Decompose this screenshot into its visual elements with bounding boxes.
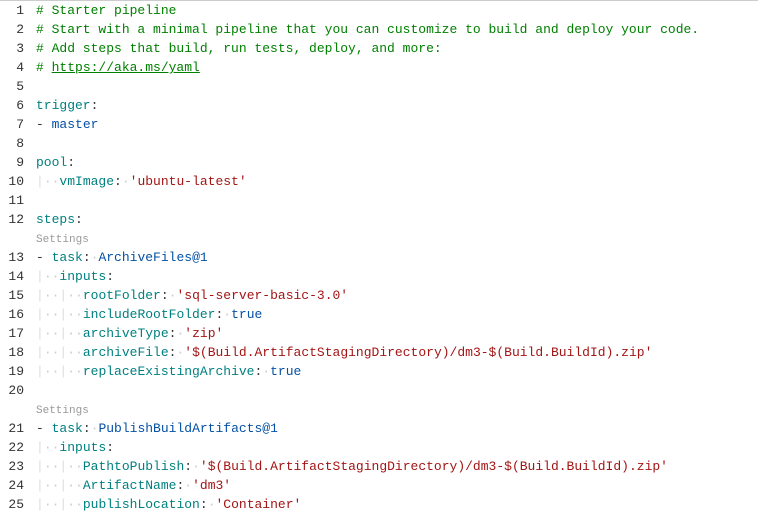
line-number: 6: [0, 96, 24, 115]
code-line[interactable]: - master: [36, 115, 758, 134]
line-number: 4: [0, 58, 24, 77]
code-line[interactable]: - task:·PublishBuildArtifacts@1: [36, 419, 758, 438]
line-number: 16: [0, 305, 24, 324]
line-number: 14: [0, 267, 24, 286]
line-number-gutter: 1234567891011121314151617181920212223242…: [0, 1, 36, 515]
code-editor[interactable]: 1234567891011121314151617181920212223242…: [0, 1, 758, 515]
line-number: 3: [0, 39, 24, 58]
line-number: 8: [0, 134, 24, 153]
code-line[interactable]: |··|··ArtifactName:·'dm3': [36, 476, 758, 495]
line-number: 22: [0, 438, 24, 457]
code-line[interactable]: - task:·ArchiveFiles@1: [36, 248, 758, 267]
code-line[interactable]: |··inputs:: [36, 267, 758, 286]
line-number: [0, 229, 24, 248]
code-line[interactable]: |··|··rootFolder:·'sql-server-basic-3.0': [36, 286, 758, 305]
line-number: 12: [0, 210, 24, 229]
code-line[interactable]: |··|··replaceExistingArchive:·true: [36, 362, 758, 381]
code-line[interactable]: pool:: [36, 153, 758, 172]
code-line[interactable]: |··vmImage:·'ubuntu-latest': [36, 172, 758, 191]
line-number: 5: [0, 77, 24, 96]
line-number: 18: [0, 343, 24, 362]
line-number: 2: [0, 20, 24, 39]
line-number: 15: [0, 286, 24, 305]
line-number: 9: [0, 153, 24, 172]
code-line[interactable]: [36, 77, 758, 96]
line-number: 1: [0, 1, 24, 20]
code-line[interactable]: |··|··PathtoPublish:·'$(Build.ArtifactSt…: [36, 457, 758, 476]
code-line[interactable]: |··inputs:: [36, 438, 758, 457]
code-content[interactable]: # Starter pipeline# Start with a minimal…: [36, 1, 758, 515]
line-number: 13: [0, 248, 24, 267]
line-number: [0, 400, 24, 419]
line-number: 20: [0, 381, 24, 400]
code-line[interactable]: # Add steps that build, run tests, deplo…: [36, 39, 758, 58]
line-number: 19: [0, 362, 24, 381]
line-number: 25: [0, 495, 24, 514]
code-line[interactable]: [36, 381, 758, 400]
code-line[interactable]: [36, 134, 758, 153]
task-settings-link[interactable]: Settings: [36, 229, 758, 248]
code-line[interactable]: steps:: [36, 210, 758, 229]
line-number: 10: [0, 172, 24, 191]
task-settings-link[interactable]: Settings: [36, 400, 758, 419]
code-line[interactable]: trigger:: [36, 96, 758, 115]
code-line[interactable]: |··|··archiveType:·'zip': [36, 324, 758, 343]
line-number: 7: [0, 115, 24, 134]
line-number: 17: [0, 324, 24, 343]
code-line[interactable]: # Start with a minimal pipeline that you…: [36, 20, 758, 39]
code-line[interactable]: |··|··includeRootFolder:·true: [36, 305, 758, 324]
code-line[interactable]: |··|··archiveFile:·'$(Build.ArtifactStag…: [36, 343, 758, 362]
line-number: 21: [0, 419, 24, 438]
code-line[interactable]: # https://aka.ms/yaml: [36, 58, 758, 77]
code-line[interactable]: # Starter pipeline: [36, 1, 758, 20]
code-line[interactable]: |··|··publishLocation:·'Container': [36, 495, 758, 514]
line-number: 24: [0, 476, 24, 495]
line-number: 11: [0, 191, 24, 210]
line-number: 23: [0, 457, 24, 476]
code-line[interactable]: [36, 191, 758, 210]
